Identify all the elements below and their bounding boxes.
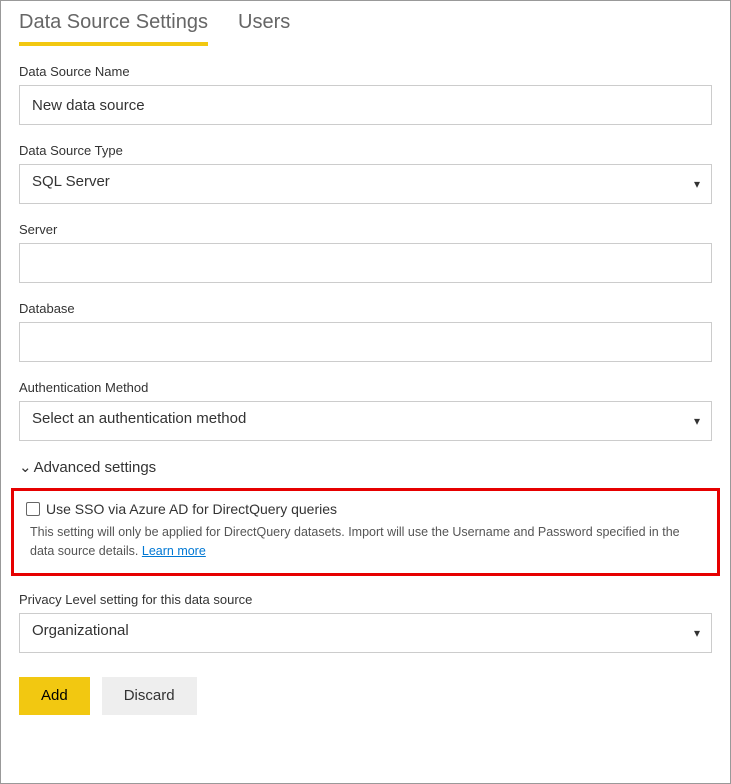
tab-bar: Data Source Settings Users [1, 1, 730, 46]
sso-description-text: This setting will only be applied for Di… [30, 525, 680, 558]
input-data-source-name[interactable] [19, 85, 712, 125]
label-privacy-level: Privacy Level setting for this data sour… [19, 592, 712, 607]
label-sso-azure-ad: Use SSO via Azure AD for DirectQuery que… [46, 501, 337, 517]
advanced-settings-label: Advanced settings [34, 459, 157, 476]
label-data-source-type: Data Source Type [19, 143, 712, 158]
input-database[interactable] [19, 322, 712, 362]
field-data-source-type: Data Source Type SQL Server ▾ [19, 143, 712, 204]
add-button[interactable]: Add [19, 677, 90, 715]
advanced-settings-toggle[interactable]: ⌄ Advanced settings [19, 459, 712, 476]
input-server[interactable] [19, 243, 712, 283]
tab-users[interactable]: Users [238, 11, 290, 46]
form-area: Data Source Name Data Source Type SQL Se… [1, 46, 730, 715]
discard-button[interactable]: Discard [102, 677, 197, 715]
sso-description: This setting will only be applied for Di… [26, 523, 705, 561]
tab-data-source-settings[interactable]: Data Source Settings [19, 11, 208, 46]
label-server: Server [19, 222, 712, 237]
label-database: Database [19, 301, 712, 316]
button-row: Add Discard [19, 677, 712, 715]
field-data-source-name: Data Source Name [19, 64, 712, 125]
field-privacy-level: Privacy Level setting for this data sour… [19, 592, 712, 653]
label-auth-method: Authentication Method [19, 380, 712, 395]
field-auth-method: Authentication Method Select an authenti… [19, 380, 712, 441]
learn-more-link[interactable]: Learn more [142, 544, 206, 558]
field-database: Database [19, 301, 712, 362]
label-data-source-name: Data Source Name [19, 64, 712, 79]
sso-highlight-box: Use SSO via Azure AD for DirectQuery que… [11, 488, 720, 576]
chevron-down-icon: ⌄ [19, 460, 32, 475]
sso-checkbox-row: Use SSO via Azure AD for DirectQuery que… [26, 501, 705, 517]
checkbox-sso-azure-ad[interactable] [26, 502, 40, 516]
select-auth-method[interactable]: Select an authentication method [19, 401, 712, 441]
select-data-source-type[interactable]: SQL Server [19, 164, 712, 204]
field-server: Server [19, 222, 712, 283]
select-privacy-level[interactable]: Organizational [19, 613, 712, 653]
